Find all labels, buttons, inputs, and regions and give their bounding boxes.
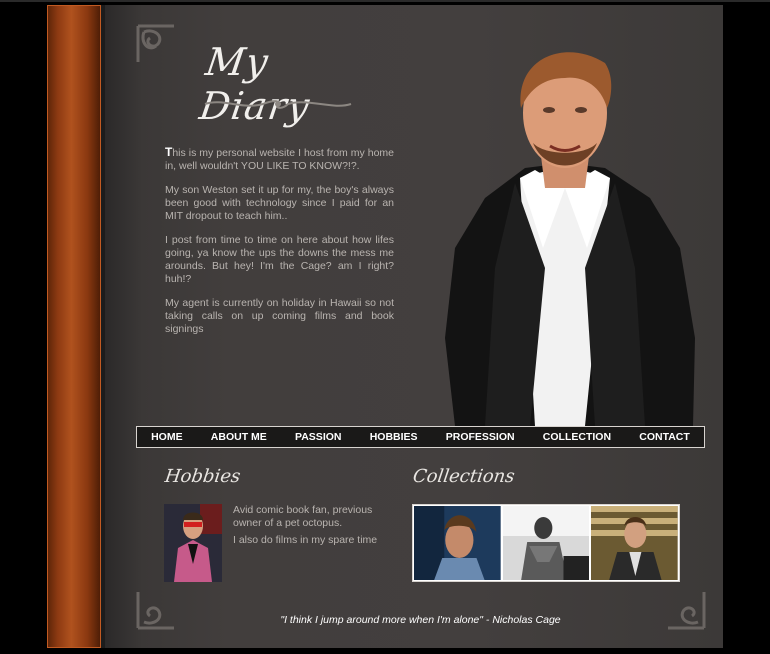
- collection-thumb[interactable]: [414, 506, 501, 580]
- nav-contact[interactable]: CONTACT: [639, 431, 690, 443]
- collection-thumb[interactable]: [591, 506, 679, 580]
- intro-paragraph: My son Weston set it up for my, the boy'…: [165, 184, 394, 222]
- nav-hobbies[interactable]: HOBBIES: [370, 431, 418, 443]
- hobbies-text: Avid comic book fan, previous owner of a…: [233, 504, 393, 551]
- intro-text: This is my personal website I host from …: [165, 146, 394, 347]
- collection-thumb[interactable]: [502, 506, 590, 580]
- corner-ornament-icon: [136, 24, 174, 62]
- nav-passion[interactable]: PASSION: [295, 431, 341, 443]
- intro-paragraph: My agent is currently on holiday in Hawa…: [165, 297, 394, 335]
- site-logo[interactable]: My Diary: [197, 40, 373, 128]
- portrait-image: [445, 52, 695, 426]
- top-border: [0, 0, 770, 2]
- nav-home[interactable]: HOME: [151, 431, 183, 443]
- collection-gallery: [412, 504, 680, 582]
- hobby-line: I also do films in my spare time: [233, 534, 378, 546]
- site-title: My Diary: [196, 40, 313, 128]
- collections-heading: Collections: [411, 466, 516, 487]
- hobby-photo[interactable]: [164, 504, 222, 582]
- hobbies-heading: Hobbies: [163, 466, 242, 487]
- intro-paragraph: I post from time to time on here about h…: [165, 234, 394, 285]
- main-nav: HOME ABOUT ME PASSION HOBBIES PROFESSION…: [136, 426, 705, 448]
- nav-collection[interactable]: COLLECTION: [543, 431, 611, 443]
- book-spine: [47, 5, 106, 648]
- nav-about-me[interactable]: ABOUT ME: [211, 431, 267, 443]
- flourish-icon: [204, 100, 352, 109]
- intro-paragraph-text: his is my personal website I host from m…: [165, 147, 394, 172]
- footer-quote: "I think I jump around more when I'm alo…: [280, 614, 561, 626]
- intro-paragraph: This is my personal website I host from …: [165, 146, 394, 173]
- nav-profession[interactable]: PROFESSION: [446, 431, 515, 443]
- hobby-line: Avid comic book fan, previous owner of a…: [233, 504, 373, 529]
